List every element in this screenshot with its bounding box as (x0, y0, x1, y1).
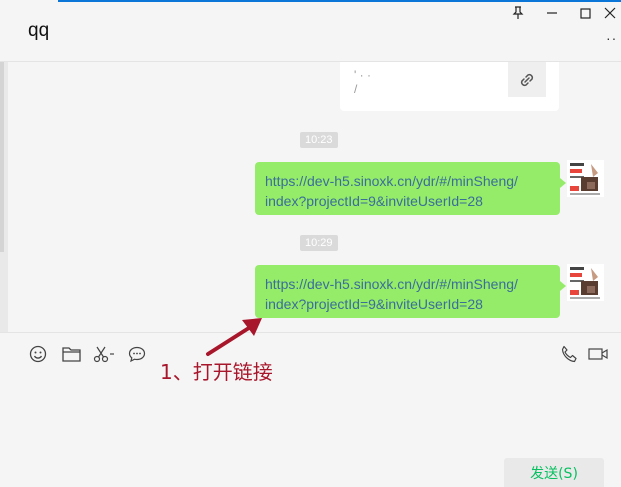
message-bubble[interactable]: https://dev-h5.sinoxk.cn/ydr/#/minSheng/… (255, 162, 566, 215)
timestamp: 10:23 (300, 132, 338, 148)
video-call-button[interactable] (587, 343, 609, 365)
emoji-button[interactable] (27, 343, 49, 365)
avatar-image (567, 160, 604, 197)
chat-bubble-icon (128, 346, 146, 362)
minimize-button[interactable] (541, 4, 563, 22)
link-icon (520, 73, 534, 86)
send-button[interactable]: 发送(S) (504, 458, 604, 487)
close-icon (604, 7, 616, 19)
file-button[interactable] (60, 343, 82, 365)
accent-line (58, 0, 621, 2)
maximize-button[interactable] (574, 4, 596, 22)
chat-title: qq (28, 20, 50, 41)
minimize-icon (547, 12, 557, 14)
annotation-text: 1、打开链接 (160, 360, 273, 384)
more-options-button[interactable]: ·· (606, 31, 620, 46)
annotation-arrow (206, 318, 262, 356)
close-button[interactable] (599, 4, 621, 22)
folder-icon (61, 347, 81, 362)
message-link-line[interactable]: https://dev-h5.sinoxk.cn/ydr/#/minSheng/ (265, 171, 550, 191)
screenshot-button[interactable] (93, 343, 115, 365)
message-link-line[interactable]: https://dev-h5.sinoxk.cn/ydr/#/minSheng/ (265, 274, 550, 294)
avatar-image (567, 264, 604, 301)
maximize-icon (579, 7, 591, 19)
link-card-partial[interactable]: ' · · / (340, 62, 559, 111)
link-preview-box (508, 62, 546, 97)
chat-history-button[interactable] (126, 343, 148, 365)
scissors-icon (93, 346, 114, 363)
message-bubble[interactable]: https://dev-h5.sinoxk.cn/ydr/#/minSheng/… (255, 265, 566, 318)
pin-button[interactable] (507, 4, 529, 22)
scroll-thumb[interactable] (0, 62, 4, 252)
phone-icon (561, 345, 577, 363)
message-link-line[interactable]: index?projectId=9&inviteUserId=28 (265, 294, 550, 314)
card-fragment: ' · · / (354, 68, 371, 96)
avatar[interactable] (567, 264, 604, 301)
voice-call-button[interactable] (558, 343, 580, 365)
timestamp: 10:29 (300, 235, 338, 251)
emoji-icon (29, 345, 47, 363)
video-camera-icon (587, 348, 608, 360)
pin-icon (512, 6, 524, 19)
message-link-line[interactable]: index?projectId=9&inviteUserId=28 (265, 191, 550, 211)
chat-header: qq ·· (0, 0, 621, 62)
avatar[interactable] (567, 160, 604, 197)
